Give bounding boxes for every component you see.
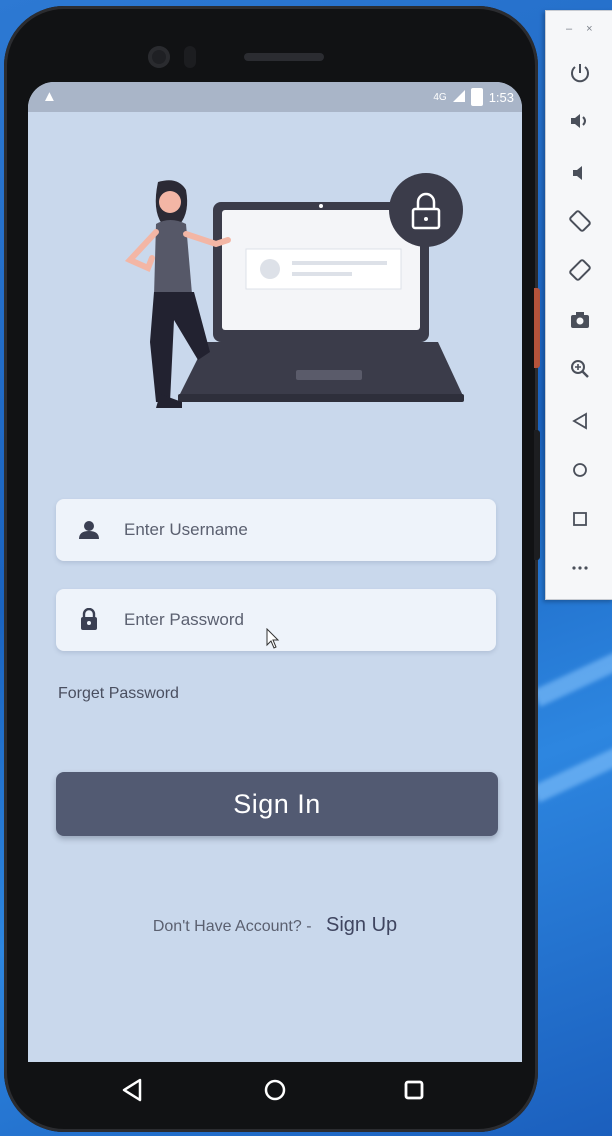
close-button[interactable]: × [586, 23, 606, 35]
nav-overview-icon[interactable] [400, 1076, 428, 1104]
android-nav-bar [28, 1062, 522, 1118]
signal-icon [452, 89, 465, 105]
battery-icon [470, 88, 483, 106]
nav-home-icon[interactable] [261, 1076, 289, 1104]
username-placeholder: Enter Username [124, 520, 248, 539]
volume-up-icon[interactable] [568, 109, 592, 133]
status-time: 1:53 [488, 89, 514, 105]
proximity-sensor [184, 46, 196, 68]
mouse-cursor-icon [266, 628, 280, 649]
back-icon[interactable] [568, 409, 592, 433]
sign-in-button[interactable]: Sign In [56, 772, 498, 836]
zoom-icon[interactable] [568, 357, 592, 381]
forget-password-link[interactable]: Forget Password [58, 685, 179, 703]
front-camera [148, 46, 170, 68]
network-indicator: 4G [433, 91, 447, 103]
overview-icon[interactable] [568, 507, 592, 531]
phone-screen: ▲ 4G 1:53 Enter Username Enter Password … [28, 82, 522, 1062]
desktop-wallpaper-streak [532, 631, 612, 707]
emulator-tool-panel: –× [545, 10, 612, 600]
status-bar: ▲ 4G 1:53 [28, 82, 522, 112]
home-icon[interactable] [568, 458, 592, 482]
rotate-left-icon[interactable] [568, 209, 592, 233]
more-icon[interactable] [568, 556, 592, 580]
phone-power-button [534, 288, 540, 368]
signup-row: Don't Have Account? - Sign Up [28, 914, 522, 937]
person-icon [79, 521, 99, 539]
power-icon[interactable] [568, 61, 592, 85]
camera-icon[interactable] [568, 308, 592, 332]
status-icons: 4G 1:53 [433, 88, 514, 106]
minimize-button[interactable]: – [566, 23, 586, 35]
warning-icon: ▲ [42, 88, 57, 105]
username-field[interactable]: Enter Username [56, 499, 496, 561]
nav-back-icon[interactable] [118, 1076, 146, 1104]
lock-icon [81, 608, 97, 630]
phone-volume-button [534, 430, 540, 560]
phone-frame: ▲ 4G 1:53 Enter Username Enter Password … [4, 6, 538, 1132]
rotate-right-icon[interactable] [568, 258, 592, 282]
volume-down-icon[interactable] [568, 161, 592, 185]
desktop-wallpaper-streak [531, 735, 612, 803]
panel-window-controls: –× [566, 23, 607, 35]
earpiece-speaker [244, 53, 324, 61]
login-illustration [124, 173, 464, 408]
password-placeholder: Enter Password [124, 610, 244, 629]
no-account-text: Don't Have Account? - [152, 918, 312, 935]
sign-up-link[interactable]: Sign Up [326, 914, 397, 936]
